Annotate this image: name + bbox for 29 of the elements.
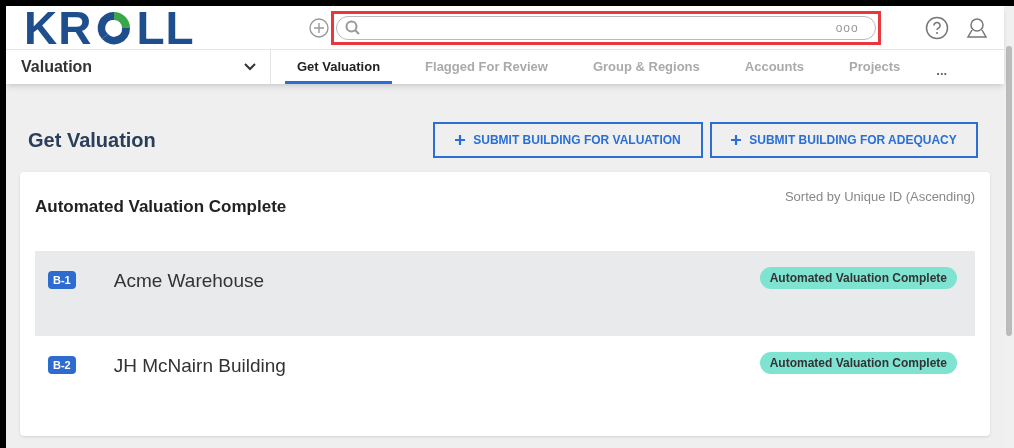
add-icon[interactable] xyxy=(308,17,329,38)
module-dropdown[interactable]: Valuation xyxy=(6,50,271,84)
page-title: Get Valuation xyxy=(28,128,156,153)
submit-building-button[interactable]: SUBMIT BUILDING FOR ADEQUACY xyxy=(710,122,978,158)
building-name: JH McNairn Building xyxy=(113,353,287,378)
nav-tab[interactable]: Flagged For Review xyxy=(413,50,560,84)
id-badge: B-2 xyxy=(48,355,76,374)
more-tabs-button[interactable]: ... xyxy=(936,53,948,81)
nav-tab[interactable]: Accounts xyxy=(732,50,816,84)
building-row[interactable]: B-1 Acme Warehouse Automated Valuation Complete xyxy=(35,250,975,336)
plus-icon xyxy=(455,135,466,145)
plus-icon xyxy=(731,135,742,145)
nav-tab[interactable]: Group & Regions xyxy=(580,50,712,84)
id-badge: B-1 xyxy=(48,270,76,289)
help-icon[interactable] xyxy=(924,15,949,40)
logo: KR LL xyxy=(24,4,195,51)
submit-building-button[interactable]: SUBMIT BUILDING FOR VALUATION xyxy=(433,122,703,158)
chevron-down-icon xyxy=(244,63,256,71)
scrollbar[interactable] xyxy=(1004,6,1014,448)
search-options-icon[interactable]: ooo xyxy=(835,18,859,37)
nav-tab[interactable]: Get Valuation xyxy=(285,50,393,84)
status-badge: Automated Valuation Complete xyxy=(759,351,957,374)
card-title: Automated Valuation Complete xyxy=(35,196,287,218)
sort-label: Sorted by Unique ID (Ascending) xyxy=(784,188,975,206)
user-icon[interactable] xyxy=(964,15,989,40)
nav-tab[interactable]: Projects xyxy=(837,50,913,84)
search-icon xyxy=(344,19,361,36)
status-badge: Automated Valuation Complete xyxy=(759,266,957,289)
building-name: Acme Warehouse xyxy=(113,268,266,293)
